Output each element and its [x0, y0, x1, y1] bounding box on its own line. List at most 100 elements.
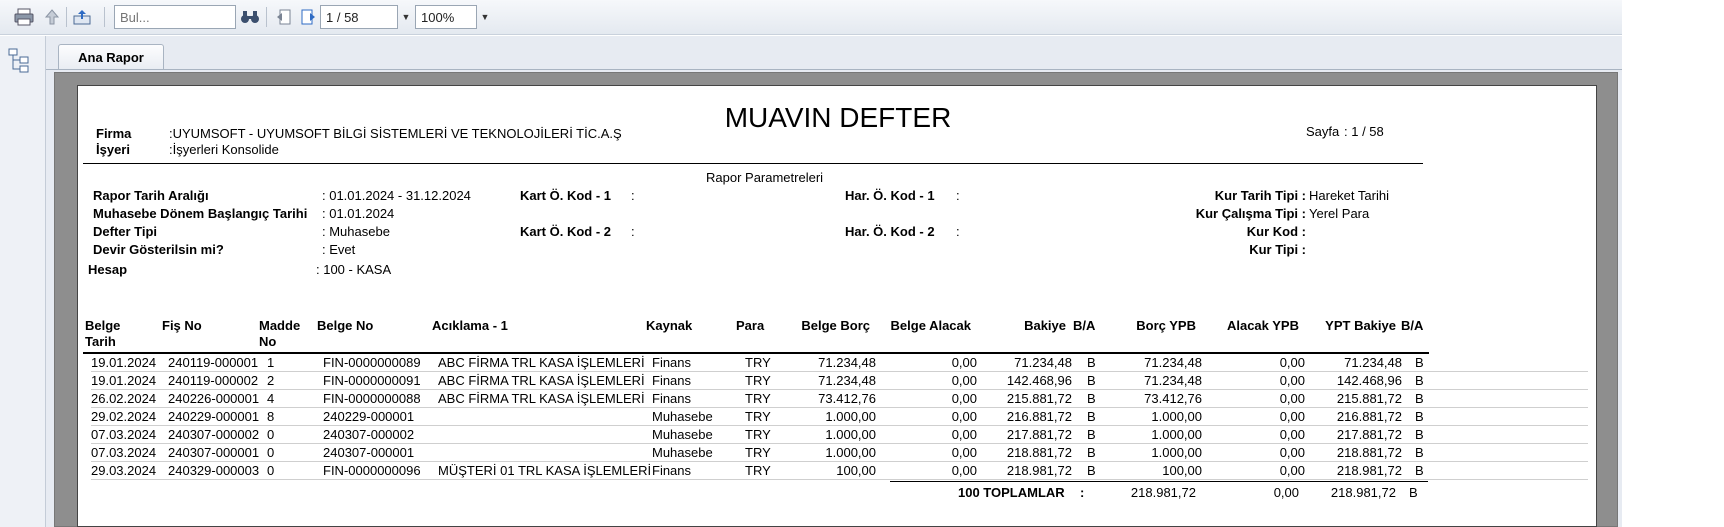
har1-value: : [956, 188, 960, 203]
table-cell: 0,00 [1279, 463, 1305, 478]
har1-label: Har. Ö. Kod - 1 [845, 188, 935, 203]
table-cell: 29.03.2024 [91, 463, 157, 478]
table-cell: Muhasebe [652, 409, 713, 424]
document-map-icon[interactable] [8, 48, 30, 77]
table-cell: 0,00 [951, 427, 977, 442]
table-cell: 216.881,72 [1336, 409, 1402, 424]
table-cell: 07.03.2024 [91, 445, 157, 460]
page-number-input[interactable] [320, 5, 398, 29]
table-cell: B [1087, 445, 1096, 460]
table-cell: 240119-000002 [168, 373, 259, 388]
table-cell: 240307-000001 [168, 445, 260, 460]
column-header: Belge No [317, 318, 374, 333]
table-row: 26.02.2024 240226-000001 4 FIN-0000000088 AB… [91, 390, 1588, 408]
kur-calisma-value: Yerel Para [1309, 206, 1370, 221]
table-cell: 0,00 [1279, 409, 1305, 424]
totals-colon: : [1080, 485, 1085, 500]
table-cell: 1.000,00 [1151, 409, 1202, 424]
table-cell: FIN-0000000091 [323, 373, 421, 388]
table-cell: 1.000,00 [1151, 445, 1202, 460]
column-header: B/A [1073, 318, 1096, 333]
table-cell: TRY [745, 355, 771, 370]
table-cell: B [1087, 373, 1096, 388]
table-cell: 0,00 [1279, 391, 1305, 406]
table-cell: B [1415, 445, 1424, 460]
table-cell: TRY [745, 445, 771, 460]
chevron-down-icon[interactable]: ▼ [398, 5, 414, 29]
toolbar: ▼ ▼ [0, 0, 1622, 35]
kart1-label: Kart Ö. Kod - 1 [520, 188, 612, 203]
table-cell: 215.881,72 [1006, 391, 1072, 406]
table-cell: 215.881,72 [1336, 391, 1402, 406]
table-cell: B [1087, 409, 1096, 424]
table-cell: 218.881,72 [1006, 445, 1072, 460]
table-cell: ABC FİRMA TRL KASA İŞLEMLERİ [438, 355, 645, 370]
table-cell: ABC FİRMA TRL KASA İŞLEMLERİ [438, 373, 645, 388]
print-icon[interactable] [12, 6, 36, 28]
chevron-down-icon[interactable]: ▼ [477, 5, 493, 29]
table-cell: 100,00 [836, 463, 876, 478]
toolbar-separator [66, 7, 67, 27]
table-cell: 71.234,48 [1144, 355, 1202, 370]
firma-value: :UYUMSOFT - UYUMSOFT BİLGİ SİSTEMLERİ VE… [169, 126, 622, 141]
sayfa-value: : 1 / 58 [1344, 124, 1384, 139]
tab-label: Ana Rapor [78, 49, 144, 65]
next-page-icon[interactable] [296, 6, 320, 28]
devir-label: Devir Gösterilsin mi? [93, 242, 224, 257]
table-cell: TRY [745, 427, 771, 442]
table-cell: 71.234,48 [1344, 355, 1402, 370]
table-row: 29.03.2024 240329-000003 0 FIN-0000000096 MÜ… [91, 462, 1588, 480]
column-header: YPT Bakiye [1325, 318, 1396, 333]
totals-borc-ypb: 218.981,72 [1130, 485, 1196, 500]
column-header: Para [736, 318, 765, 333]
table-cell: 100,00 [1162, 463, 1202, 478]
table-cell: 1 [267, 355, 275, 370]
table-row: 07.03.2024 240307-000002 0 240307-000002 Muh… [91, 426, 1588, 444]
tarih-araligi-label: Rapor Tarih Aralığı [93, 188, 209, 203]
previous-page-icon[interactable] [272, 6, 296, 28]
totals-ypt-bakiye: 218.981,72 [1330, 485, 1396, 500]
table-cell: TRY [745, 373, 771, 388]
export-icon[interactable] [70, 6, 94, 28]
table-cell: 8 [267, 409, 275, 424]
table-cell: TRY [745, 391, 771, 406]
table-cell: 1.000,00 [825, 427, 876, 442]
table-cell: 0,00 [951, 445, 977, 460]
tarih-araligi-value: : 01.01.2024 - 31.12.2024 [322, 188, 471, 203]
table-cell: 217.881,72 [1336, 427, 1402, 442]
report-page: MUAVIN DEFTER Firma :UYUMSOFT - UYUMSOFT… [77, 85, 1597, 527]
table-cell: 1.000,00 [1151, 427, 1202, 442]
table-cell: 0,00 [951, 391, 977, 406]
table-cell: 216.881,72 [1006, 409, 1072, 424]
isyeri-value: :İşyerleri Konsolide [169, 142, 279, 157]
table-cell: 0,00 [1279, 355, 1305, 370]
donem-value: : 01.01.2024 [322, 206, 395, 221]
table-cell: 0,00 [951, 463, 977, 478]
table-cell: Finans [652, 373, 692, 388]
table-cell: 240226-000001 [168, 391, 260, 406]
table-cell: 218.881,72 [1336, 445, 1402, 460]
table-cell: 240229-000001 [168, 409, 260, 424]
donem-label: Muhasebe Dönem Başlangıç Tarihi [93, 206, 308, 221]
table-cell: TRY [745, 463, 771, 478]
up-arrow-icon[interactable] [40, 6, 64, 28]
totals-divider [890, 481, 1428, 482]
column-header: Acıklama - 1 [432, 318, 508, 333]
table-cell: MÜŞTERİ 01 TRL KASA İŞLEMLERİ [438, 463, 652, 478]
table-row: 07.03.2024 240307-000001 0 240307-000001 Muh… [91, 444, 1588, 462]
table-cell: B [1415, 391, 1424, 406]
table-cell: 07.03.2024 [91, 427, 157, 442]
table-cell: 240307-000002 [323, 427, 415, 442]
tab-ana-rapor[interactable]: Ana Rapor [58, 44, 164, 69]
table-cell: 0,00 [1279, 427, 1305, 442]
isyeri-label: İşyeri [96, 142, 130, 157]
binoculars-icon[interactable] [238, 6, 262, 28]
table-cell: 240307-000001 [323, 445, 415, 460]
table-cell: B [1415, 373, 1424, 388]
column-header: Belge Alacak [890, 318, 971, 333]
table-cell: ABC FİRMA TRL KASA İŞLEMLERİ [438, 391, 645, 406]
table-cell: 73.412,76 [1144, 391, 1202, 406]
zoom-select[interactable] [415, 5, 477, 29]
table-cell: 142.468,96 [1336, 373, 1402, 388]
search-input[interactable] [114, 5, 236, 29]
